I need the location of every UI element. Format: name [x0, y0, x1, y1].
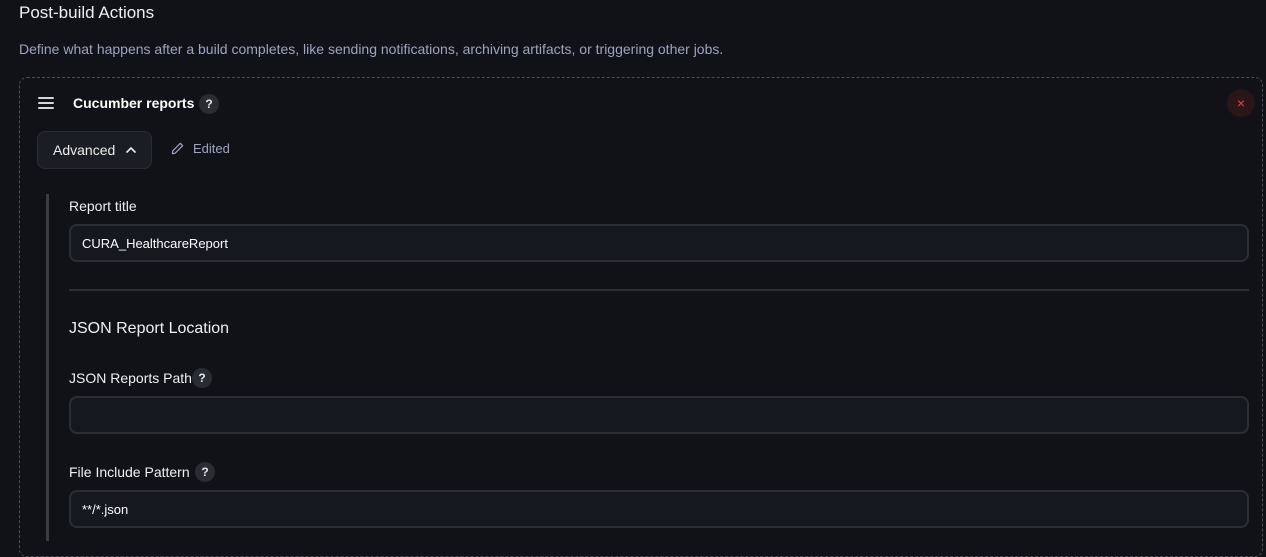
edited-label: Edited [193, 141, 230, 156]
section-title: Post-build Actions [19, 3, 155, 22]
report-title-input[interactable] [69, 224, 1249, 262]
drag-handle-icon[interactable] [38, 97, 54, 109]
file-include-pattern-label: File Include Pattern [69, 464, 190, 480]
file-include-pattern-help-button[interactable]: ? [195, 462, 215, 482]
advanced-toggle-button[interactable]: Advanced [37, 131, 152, 169]
json-reports-path-input[interactable] [69, 396, 1249, 434]
json-reports-path-label: JSON Reports Path [69, 370, 192, 386]
report-title-label-text: Report title [69, 198, 137, 214]
file-include-pattern-input[interactable] [69, 490, 1249, 528]
pencil-icon [171, 142, 184, 155]
edited-indicator: Edited [170, 141, 230, 156]
file-include-pattern-label-text: File Include Pattern [69, 464, 190, 480]
close-icon: × [1236, 95, 1246, 111]
section-description: Define what happens after a build comple… [19, 41, 724, 57]
json-reports-path-help-button[interactable]: ? [192, 368, 212, 388]
report-title-label: Report title [69, 198, 137, 214]
advanced-section-bar [46, 194, 49, 541]
chevron-up-icon [126, 147, 137, 153]
json-reports-path-label-text: JSON Reports Path [69, 370, 192, 386]
delete-step-button[interactable]: × [1227, 89, 1255, 117]
section-divider [69, 289, 1249, 291]
step-title: Cucumber reports [73, 95, 195, 111]
json-location-heading: JSON Report Location [69, 320, 230, 337]
advanced-label: Advanced [53, 142, 116, 158]
step-help-button[interactable]: ? [199, 94, 219, 114]
